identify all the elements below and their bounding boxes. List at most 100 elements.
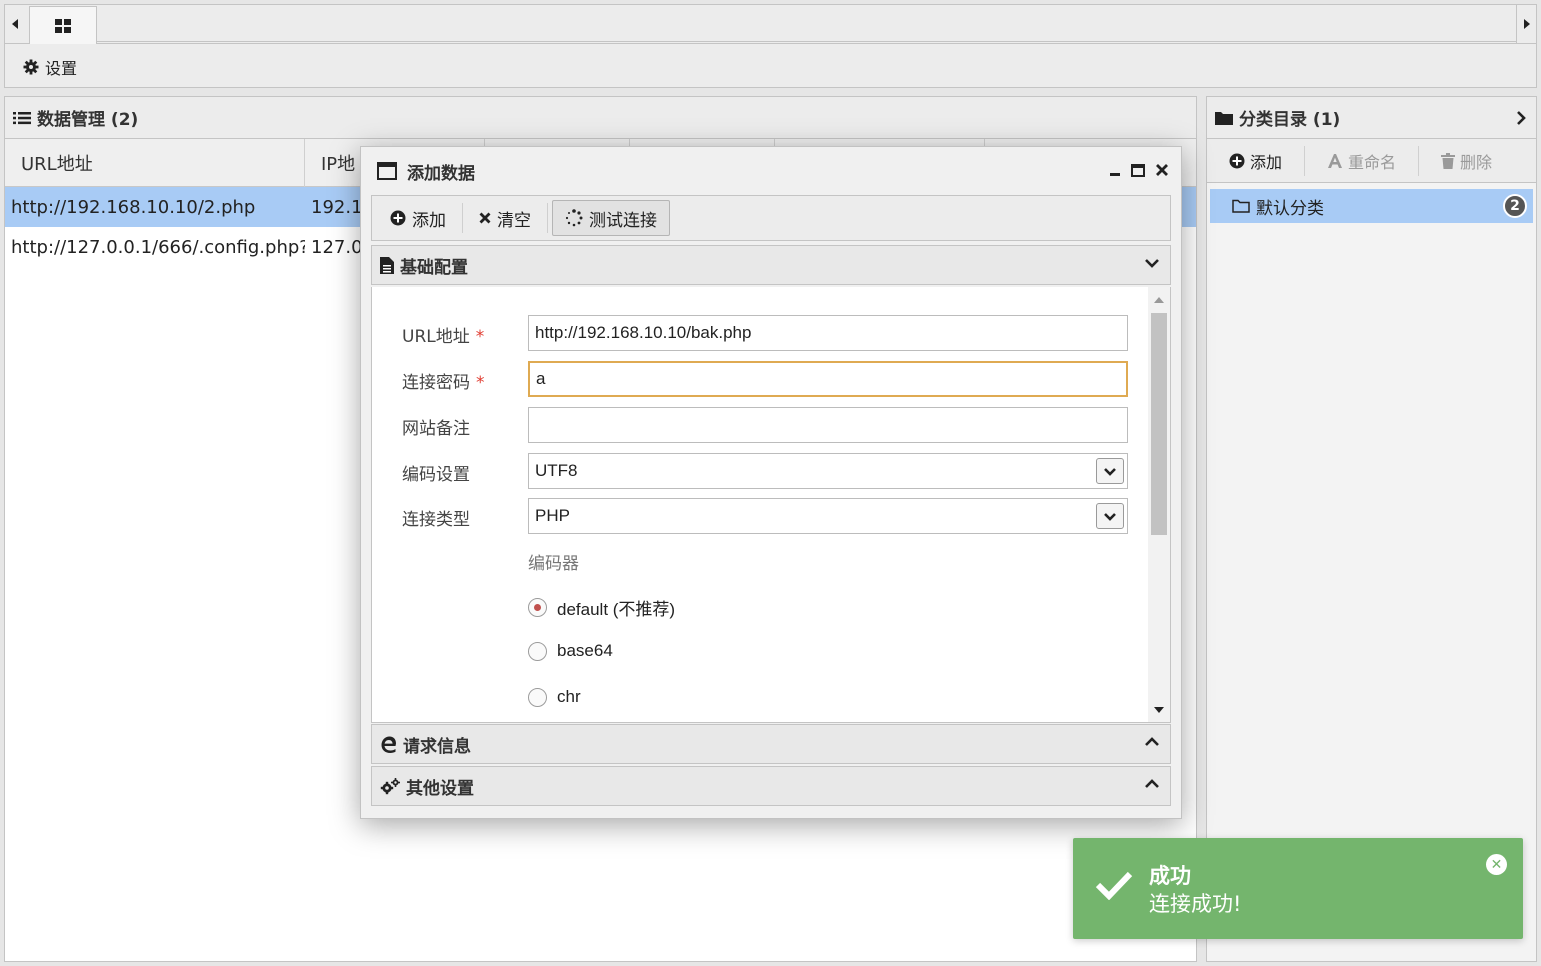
- gear-icon: [23, 59, 39, 75]
- radio-button[interactable]: [528, 687, 547, 707]
- category-delete-label: 删除: [1460, 152, 1493, 172]
- trash-icon: [1441, 152, 1456, 169]
- column-header-url-label: URL地址: [21, 154, 93, 175]
- main-toolbar: 设置: [4, 44, 1537, 88]
- required-mark: *: [476, 373, 485, 393]
- radio-button[interactable]: [528, 641, 547, 661]
- test-connection-button[interactable]: 测试连接: [552, 200, 670, 236]
- toast-message: 连接成功!: [1149, 892, 1242, 916]
- cell-url: http://192.168.10.10/2.php: [11, 196, 256, 218]
- dialog-titlebar[interactable]: 添加数据: [361, 147, 1181, 195]
- data-panel-title: 数据管理 (2): [37, 110, 139, 130]
- plus-circle-icon: [1229, 153, 1245, 168]
- category-add-button[interactable]: 添加: [1207, 145, 1306, 176]
- x-icon: [479, 212, 491, 224]
- tab-home[interactable]: [29, 6, 97, 44]
- category-item-label: 默认分类: [1256, 198, 1324, 219]
- type-select[interactable]: PHP: [528, 498, 1128, 534]
- note-input[interactable]: [528, 407, 1128, 443]
- data-panel-header: 数据管理 (2): [5, 97, 1196, 139]
- dialog-clear-button[interactable]: 清空: [467, 200, 543, 236]
- category-panel-header: 分类目录 (1): [1207, 97, 1536, 139]
- column-header-url[interactable]: URL地址: [5, 139, 305, 187]
- note-row: 网站备注: [372, 407, 1142, 443]
- category-item[interactable]: 默认分类 2: [1210, 189, 1533, 223]
- other-settings-section-header[interactable]: 其他设置: [371, 766, 1171, 806]
- url-input[interactable]: http://192.168.10.10/bak.php: [528, 315, 1128, 351]
- window-icon: [377, 162, 397, 180]
- minimize-icon[interactable]: [1109, 164, 1121, 176]
- tab-scroll-left-button[interactable]: [5, 5, 25, 43]
- request-info-title: 请求信息: [403, 736, 471, 757]
- toast-title: 成功: [1149, 864, 1191, 888]
- note-label: 网站备注: [402, 419, 470, 439]
- category-panel: 分类目录 (1) 添加 重命名 删除 默认分类 2: [1206, 96, 1537, 962]
- encoder-title: 编码器: [528, 554, 579, 574]
- dialog-add-label: 添加: [412, 210, 446, 231]
- test-connection-label: 测试连接: [589, 210, 657, 231]
- encoding-row: 编码设置 UTF8: [372, 453, 1142, 489]
- close-icon[interactable]: [1155, 163, 1169, 177]
- scroll-up-icon[interactable]: [1148, 289, 1170, 311]
- list-icon: [13, 111, 31, 124]
- chevron-down-icon[interactable]: [1096, 458, 1124, 484]
- scroll-down-icon[interactable]: [1148, 699, 1170, 721]
- radio-checked-dot: [534, 604, 541, 611]
- password-label: 连接密码 *: [402, 368, 485, 393]
- chevron-down-icon[interactable]: [1096, 503, 1124, 529]
- chevron-right-icon[interactable]: [1516, 110, 1526, 126]
- form-scrollbar[interactable]: [1148, 287, 1170, 722]
- font-icon: [1328, 153, 1343, 168]
- toolbar-separator: [462, 203, 463, 233]
- chevron-down-icon[interactable]: [1144, 258, 1160, 268]
- encoding-select[interactable]: UTF8: [528, 453, 1128, 489]
- encoder-option-default[interactable]: default (不推荐): [528, 595, 675, 620]
- edge-icon: [381, 736, 396, 753]
- required-mark: *: [475, 327, 485, 347]
- chevron-up-icon[interactable]: [1144, 737, 1160, 747]
- document-icon: [380, 256, 394, 274]
- checkmark-icon: [1095, 870, 1133, 900]
- encoding-value: UTF8: [535, 461, 578, 480]
- tab-scroll-right-button[interactable]: [1516, 5, 1536, 43]
- category-add-label: 添加: [1250, 152, 1283, 172]
- type-value: PHP: [535, 506, 570, 525]
- encoder-option-base64[interactable]: base64: [528, 641, 613, 661]
- chevron-up-icon[interactable]: [1144, 779, 1160, 789]
- add-data-dialog: 添加数据 添加 清空 测试连接 基础配置 URL地址 * http://192.…: [360, 146, 1182, 819]
- category-panel-title: 分类目录 (1): [1239, 110, 1341, 130]
- type-label: 连接类型: [402, 510, 470, 530]
- tab-bar: [4, 4, 1537, 44]
- dialog-add-button[interactable]: 添加: [378, 200, 458, 236]
- category-rename-label: 重命名: [1348, 152, 1397, 172]
- encoder-option-chr[interactable]: chr: [528, 687, 581, 707]
- category-count-badge: 2: [1503, 194, 1527, 218]
- caret-left-icon: [12, 19, 18, 29]
- category-delete-button[interactable]: 删除: [1419, 146, 1514, 176]
- password-input[interactable]: a: [528, 361, 1128, 397]
- toast-close-icon[interactable]: ✕: [1486, 854, 1507, 875]
- other-settings-title: 其他设置: [406, 778, 474, 799]
- url-label: URL地址 *: [402, 322, 484, 347]
- scrollbar-thumb[interactable]: [1151, 313, 1167, 535]
- maximize-icon[interactable]: [1131, 163, 1145, 177]
- url-row: URL地址 * http://192.168.10.10/bak.php: [372, 315, 1142, 351]
- settings-label: 设置: [45, 59, 78, 78]
- dialog-clear-label: 清空: [497, 210, 531, 231]
- basic-config-section-header[interactable]: 基础配置: [371, 245, 1171, 285]
- folder-outline-icon: [1232, 199, 1250, 213]
- tab-strip-divider: [97, 41, 1516, 42]
- cell-url: http://127.0.0.1/666/.config.php?|: [11, 236, 305, 258]
- radio-button[interactable]: [528, 598, 547, 617]
- encoder-option-label: default (不推荐): [557, 600, 676, 619]
- category-rename-button[interactable]: 重命名: [1305, 145, 1420, 176]
- dialog-title: 添加数据: [407, 163, 475, 184]
- category-toolbar: 添加 重命名 删除: [1207, 139, 1536, 183]
- settings-button[interactable]: 设置: [23, 55, 77, 79]
- request-info-section-header[interactable]: 请求信息: [371, 724, 1171, 764]
- gears-icon: [380, 777, 400, 794]
- password-label-text: 连接密码: [402, 373, 470, 393]
- caret-right-icon: [1523, 19, 1530, 29]
- url-label-text: URL地址: [402, 327, 470, 347]
- basic-config-form: URL地址 * http://192.168.10.10/bak.php 连接密码…: [371, 287, 1171, 723]
